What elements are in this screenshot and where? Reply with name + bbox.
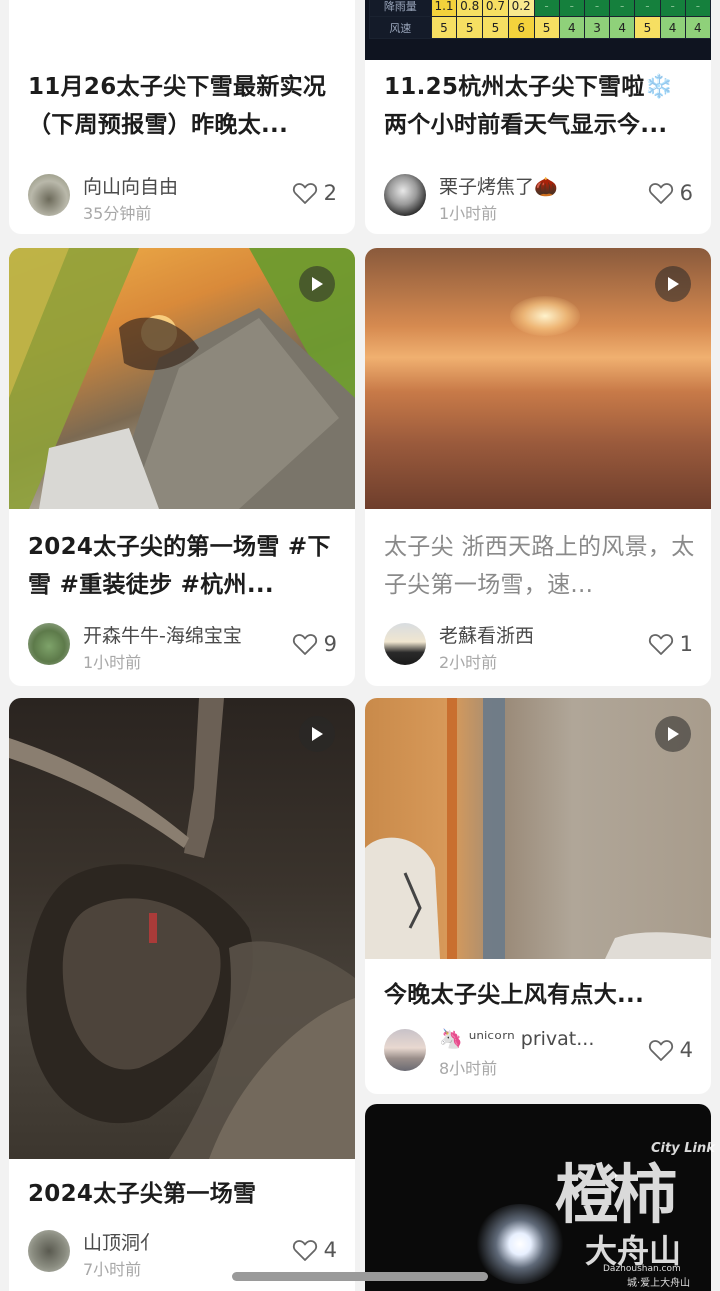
watermark-domain: Dazhoushan.com — [603, 1264, 681, 1274]
heart-outline-icon — [648, 634, 673, 655]
heart-outline-icon — [292, 183, 317, 204]
play-icon[interactable] — [299, 716, 335, 752]
table-cell: 3 — [583, 16, 611, 39]
post-time: 2小时前 — [439, 653, 498, 672]
table-row-label: 降雨量 — [369, 0, 432, 17]
post-time: 35分钟前 — [83, 204, 152, 223]
author-name[interactable]: 🦄 ᵘⁿⁱᶜᵒʳⁿ privat... — [439, 1027, 594, 1050]
card-title: 11月26太子尖下雪最新实况（下周预报雪）昨晚太... — [28, 74, 327, 138]
note-card[interactable]: 太子尖 浙西天路上的风景，太子尖第一场雪，速... 老蘇看浙西 2小时前 1 — [365, 248, 711, 686]
heart-outline-icon — [292, 1240, 317, 1261]
table-cell: 5 — [634, 16, 661, 39]
heart-outline-icon — [648, 183, 673, 204]
avatar[interactable] — [28, 623, 70, 665]
like-button[interactable]: 4 — [292, 1238, 337, 1262]
like-count: 9 — [323, 632, 337, 656]
table-row: 降雨量 1.1 0.8 0.7 0.2 - - - - - - - — [369, 0, 711, 17]
home-indicator[interactable] — [232, 1272, 488, 1281]
card-title: 2024太子尖的第一场雪 #下雪 #重装徒步 #杭州... — [28, 534, 331, 598]
table-cell: 0.7 — [482, 0, 509, 17]
like-count: 1 — [679, 632, 693, 656]
post-time: 1小时前 — [83, 653, 142, 672]
table-cell: - — [533, 0, 560, 17]
author-name[interactable]: 栗子烤焦了🌰 — [439, 172, 558, 199]
note-card[interactable]: 11月26太子尖下雪最新实况（下周预报雪）昨晚太... 向山向自由 35分钟前 … — [9, 0, 355, 234]
table-cell: 5 — [430, 16, 458, 39]
table-cell: 1.1 — [430, 0, 458, 17]
like-count: 2 — [323, 181, 337, 205]
card-title: 2024太子尖第一场雪 — [28, 1181, 257, 1207]
note-card[interactable]: 今晚太子尖上风有点大... 🦄 ᵘⁿⁱᶜᵒʳⁿ privat... 8小时前 4 — [365, 698, 711, 1094]
night-tree-scene — [9, 698, 355, 1159]
author-name[interactable]: 山顶洞亻 — [83, 1228, 159, 1255]
table-cell: 5 — [456, 16, 484, 39]
watermark-brand: 橙柿 — [555, 1158, 677, 1233]
like-count: 4 — [679, 1038, 693, 1062]
like-button[interactable]: 2 — [292, 181, 337, 205]
author-name[interactable]: 老蘇看浙西 — [439, 621, 534, 648]
watermark: 橙柿 City Link 大舟山 Dazhoushan.com 城·爱上大舟山 — [555, 1140, 715, 1290]
avatar[interactable] — [28, 1230, 70, 1272]
avatar[interactable] — [384, 1029, 426, 1071]
note-card[interactable]: 2024太子尖第一场雪 山顶洞亻 7小时前 4 — [9, 698, 355, 1291]
note-card[interactable]: 降雨量 1.1 0.8 0.7 0.2 - - - - - - - 风速 5 5… — [365, 0, 711, 234]
watermark-brand-en: City Link — [651, 1141, 715, 1156]
post-time: 8小时前 — [439, 1059, 498, 1078]
weather-table: 降雨量 1.1 0.8 0.7 0.2 - - - - - - - 风速 5 5… — [369, 0, 711, 39]
table-cell: 4 — [659, 16, 686, 39]
table-cell: - — [659, 0, 686, 17]
cover-image: 降雨量 1.1 0.8 0.7 0.2 - - - - - - - 风速 5 5… — [365, 0, 711, 60]
post-time: 1小时前 — [439, 204, 498, 223]
like-button[interactable]: 9 — [292, 632, 337, 656]
table-cell: - — [634, 0, 661, 17]
cover-image — [365, 248, 711, 509]
play-icon[interactable] — [655, 266, 691, 302]
table-cell: 0.8 — [456, 0, 484, 17]
table-cell: 4 — [609, 16, 636, 39]
table-cell: - — [558, 0, 585, 17]
heart-outline-icon — [648, 1040, 673, 1061]
like-count: 6 — [679, 181, 693, 205]
table-row-label: 风速 — [369, 16, 432, 39]
play-icon[interactable] — [299, 266, 335, 302]
table-cell: 5 — [533, 16, 560, 39]
cover-image — [9, 698, 355, 1159]
table-cell: 5 — [482, 16, 509, 39]
post-time: 7小时前 — [83, 1260, 142, 1279]
card-title: 太子尖 浙西天路上的风景，太子尖第一场雪，速... — [384, 534, 695, 598]
like-button[interactable]: 4 — [648, 1038, 693, 1062]
author-name[interactable]: 向山向自由 — [83, 172, 178, 199]
card-title: 11.25杭州太子尖下雪啦❄️两个小时前看天气显示今... — [384, 74, 674, 138]
table-cell: - — [684, 0, 711, 17]
table-cell: 4 — [558, 16, 585, 39]
avatar[interactable] — [28, 174, 70, 216]
avatar[interactable] — [384, 174, 426, 216]
table-row: 风速 5 5 5 6 5 4 3 4 5 4 4 — [369, 16, 711, 39]
avatar[interactable] — [384, 623, 426, 665]
play-icon[interactable] — [655, 716, 691, 752]
table-cell: 4 — [684, 16, 711, 39]
like-count: 4 — [323, 1238, 337, 1262]
table-cell: 0.2 — [507, 0, 535, 17]
cover-image — [9, 248, 355, 509]
card-title: 今晚太子尖上风有点大... — [384, 982, 645, 1008]
table-cell: 6 — [507, 16, 535, 39]
note-card[interactable]: 2024太子尖的第一场雪 #下雪 #重装徒步 #杭州... 开森牛牛-海绵宝宝 … — [9, 248, 355, 686]
cover-image — [365, 698, 711, 959]
heart-outline-icon — [292, 634, 317, 655]
table-cell: - — [609, 0, 636, 17]
watermark-footer: 城·爱上大舟山 — [627, 1278, 691, 1289]
table-cell: - — [583, 0, 611, 17]
like-button[interactable]: 1 — [648, 632, 693, 656]
author-name[interactable]: 开森牛牛-海绵宝宝 — [83, 621, 242, 648]
like-button[interactable]: 6 — [648, 181, 693, 205]
